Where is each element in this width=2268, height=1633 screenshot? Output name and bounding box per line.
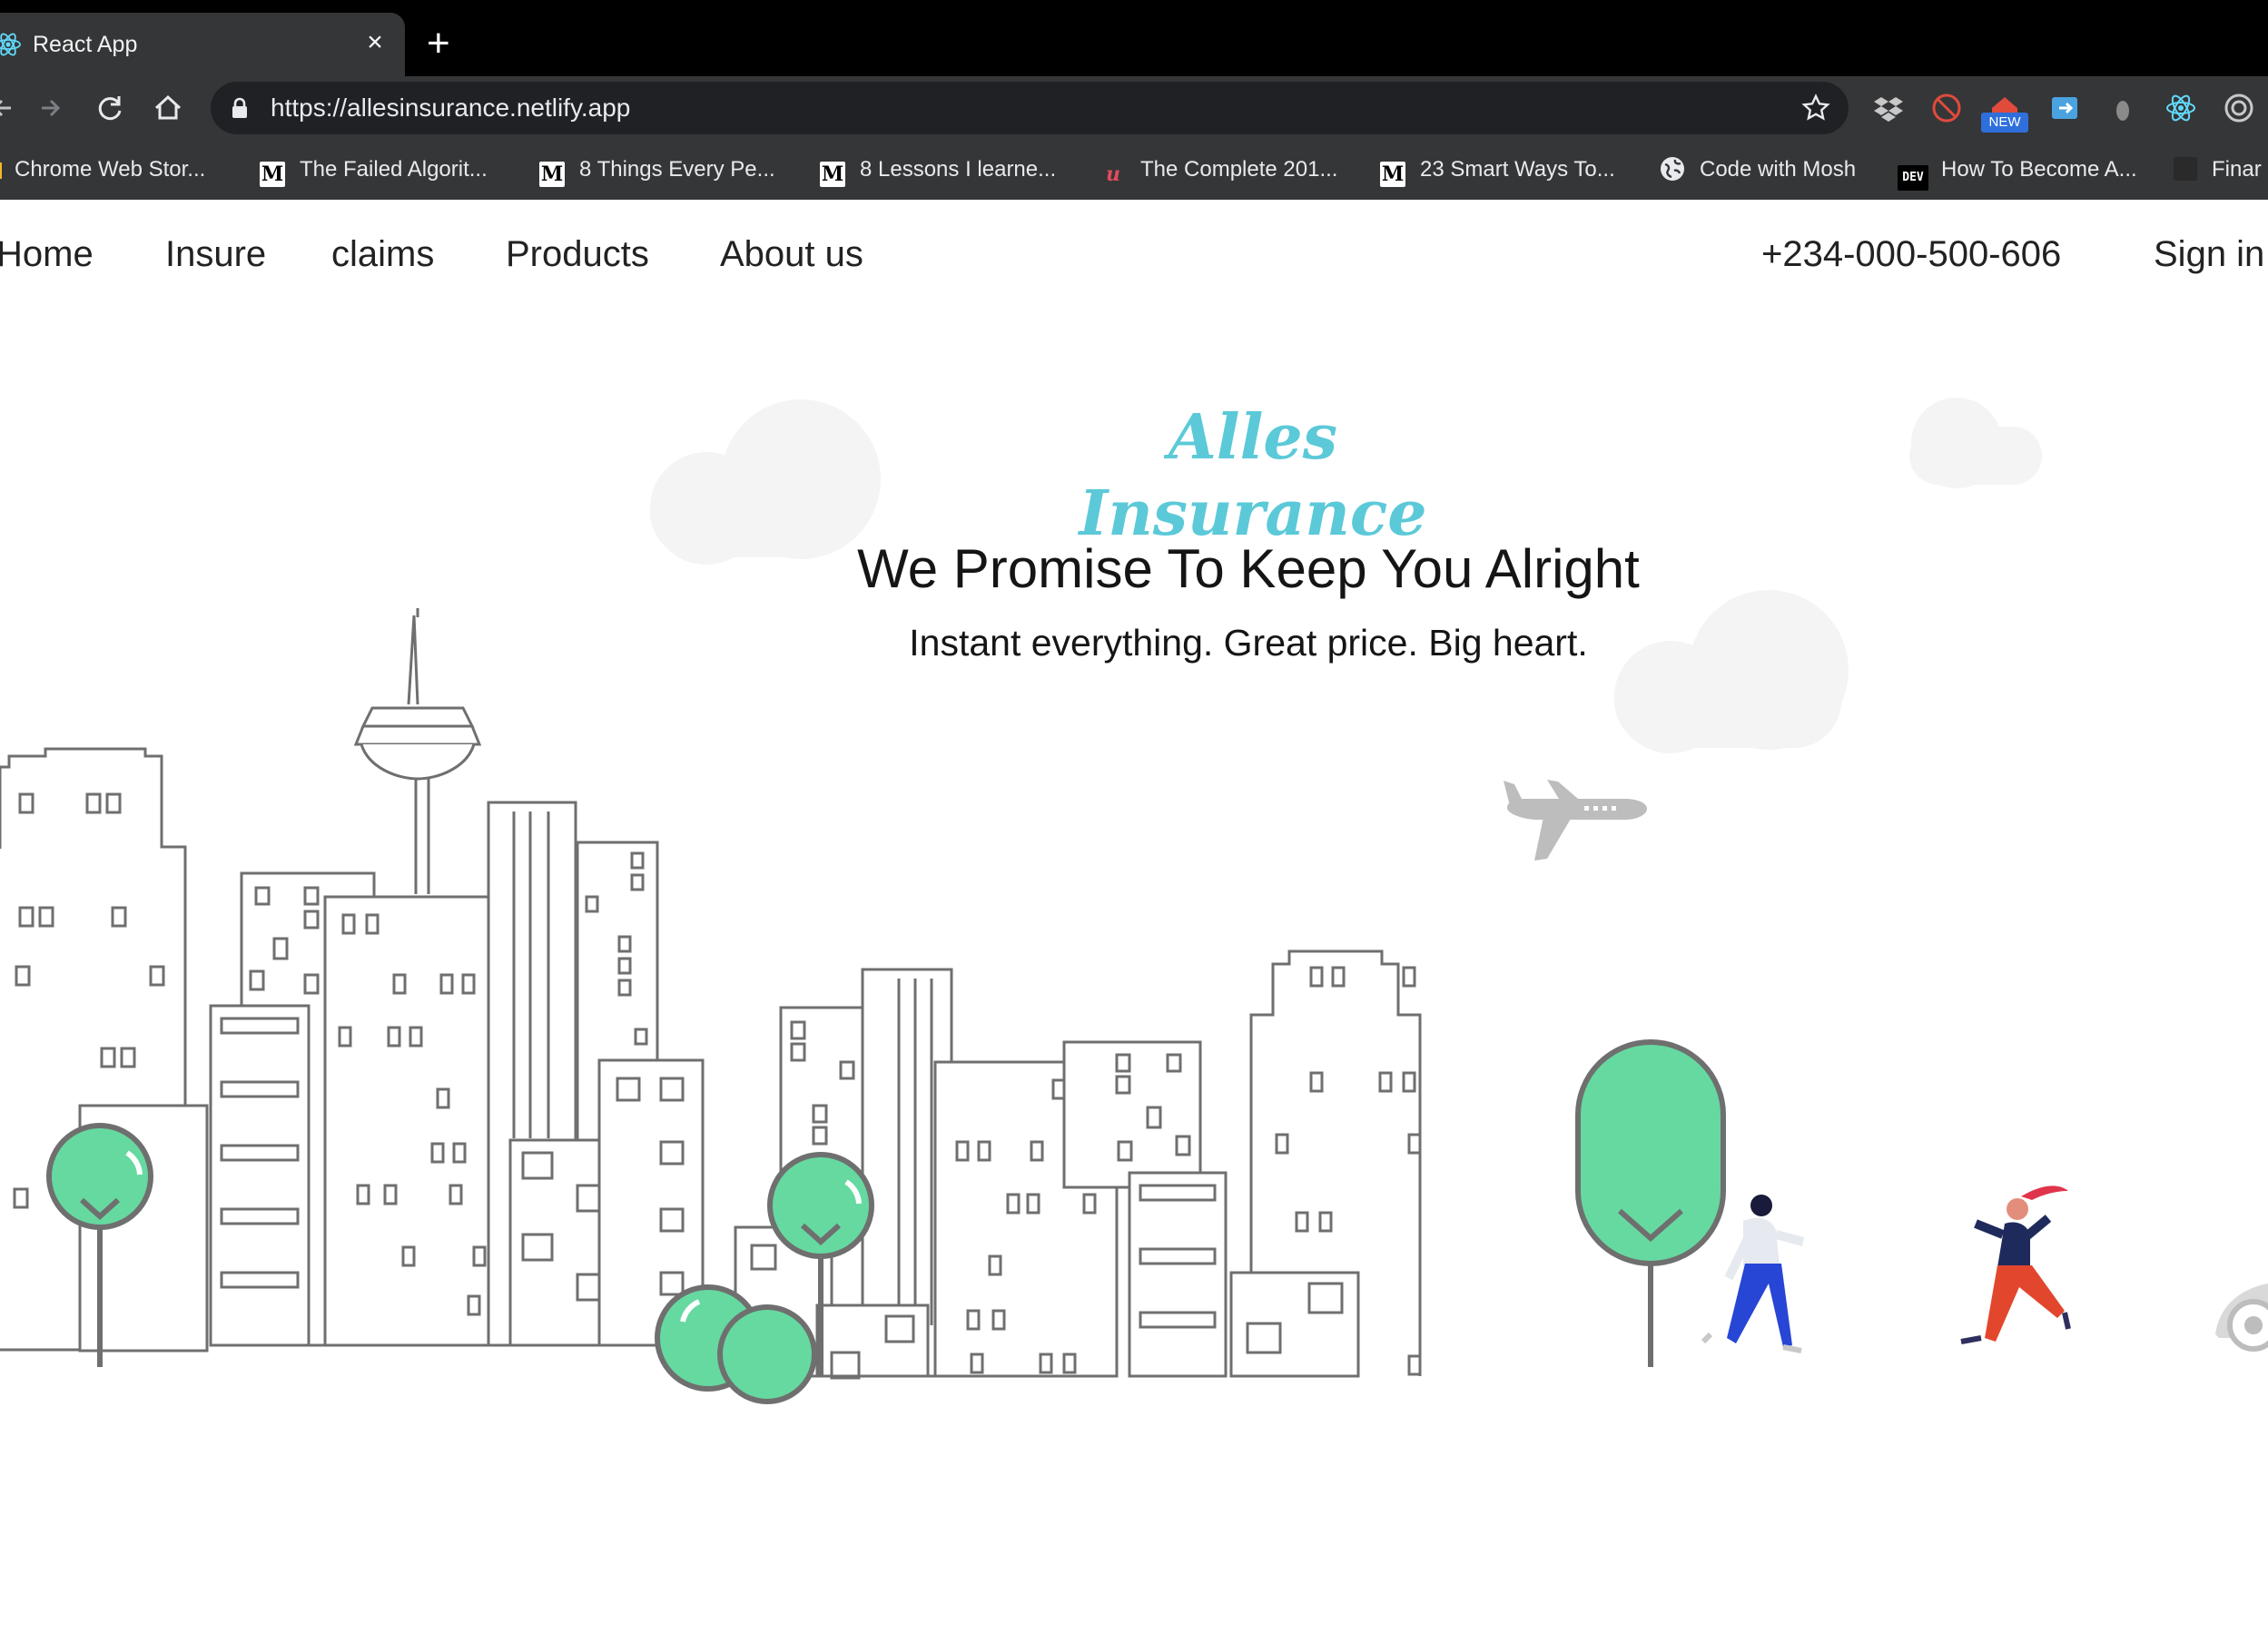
bookmark-label: Chrome Web Stor... (15, 157, 206, 182)
web-store-icon (0, 162, 2, 179)
hero-headline: We Promise To Keep You Alright (857, 538, 1640, 599)
bookmark-star-icon[interactable] (1801, 93, 1830, 123)
react-devtools-icon[interactable] (2164, 92, 2197, 124)
bookmark-label: How To Become A... (1941, 157, 2137, 182)
nav-insure[interactable]: Insure (165, 232, 266, 276)
forward-icon[interactable] (33, 89, 71, 127)
medium-icon: M (539, 162, 565, 187)
nav-claims[interactable]: claims (331, 232, 434, 276)
back-icon[interactable] (0, 89, 22, 127)
bookmark-failed-algorithm[interactable]: M The Failed Algorit... (260, 154, 488, 187)
site-navigation: Home Insure claims Products About us +23… (0, 200, 2268, 309)
bookmark-label: 8 Things Every Pe... (579, 157, 775, 182)
bookmark-label: 23 Smart Ways To... (1420, 157, 1615, 182)
bookmark-finance[interactable]: Finar (2174, 154, 2262, 185)
bookmarks-bar: Chrome Web Stor... M The Failed Algorit..… (0, 140, 2268, 200)
globe-icon (1661, 157, 1684, 181)
nav-products[interactable]: Products (506, 232, 649, 276)
bookmark-label: The Complete 201... (1140, 157, 1338, 182)
dropbox-icon[interactable] (1872, 92, 1905, 124)
screenshot-extension-icon[interactable] (2048, 92, 2081, 124)
running-person-icon (1960, 1185, 2071, 1344)
lock-icon (232, 97, 247, 118)
city-buildings-left (0, 608, 705, 1353)
blocker-extension-icon[interactable] (1930, 92, 1963, 124)
browser-toolbar: https://allesinsurance.netlify.app NEW (0, 76, 2268, 140)
bookmark-23-smart-ways[interactable]: M 23 Smart Ways To... (1380, 154, 1615, 187)
nav-home[interactable]: Home (0, 232, 94, 276)
bookmark-chrome-web-store[interactable]: Chrome Web Stor... (0, 154, 205, 185)
bookmark-label: Code with Mosh (1700, 157, 1857, 182)
nav-about-us[interactable]: About us (720, 232, 863, 276)
cloud-icon (1909, 398, 2042, 488)
bookmark-label: Finar (2212, 157, 2262, 182)
hero-tagline: Instant everything. Great price. Big hea… (909, 622, 1588, 664)
browser-tab[interactable]: React App × (0, 13, 405, 76)
address-bar[interactable]: https://allesinsurance.netlify.app (211, 82, 1849, 134)
nav-sign-in[interactable]: Sign in (2154, 232, 2264, 276)
dev-icon: DEV (1898, 165, 1928, 191)
bookmark-complete-course[interactable]: u The Complete 201... (1100, 154, 1338, 186)
airplane-icon (1504, 780, 1647, 861)
tab-close-icon[interactable]: × (361, 27, 389, 58)
home-icon[interactable] (149, 89, 187, 127)
bookmark-favicon-icon (2174, 157, 2197, 181)
react-icon (0, 33, 21, 56)
bookmark-code-with-mosh[interactable]: Code with Mosh (1660, 154, 1856, 185)
bookmark-how-to-become[interactable]: DEV How To Become A... (1898, 154, 2137, 191)
tab-strip: React App × + (0, 0, 2268, 76)
medium-icon: M (1380, 162, 1405, 187)
brand-logo[interactable]: Alles Insurance (1044, 399, 1462, 552)
new-badge: NEW (1981, 113, 2028, 133)
reload-icon[interactable] (91, 89, 129, 127)
car-icon (2215, 1284, 2268, 1352)
udemy-icon: u (1106, 162, 1120, 186)
bookmark-label: The Failed Algorit... (300, 157, 488, 182)
bookmark-8-lessons[interactable]: M 8 Lessons I learne... (820, 154, 1057, 187)
bookmark-label: 8 Lessons I learne... (860, 157, 1057, 182)
medium-icon: M (260, 162, 285, 187)
target-extension-icon[interactable] (2223, 92, 2255, 124)
new-tab-button[interactable]: + (427, 24, 450, 64)
cloud-icon (1614, 590, 1849, 753)
tree-icon (1575, 1039, 1726, 1367)
tab-title: React App (33, 32, 138, 57)
medium-icon: M (820, 162, 845, 187)
extension-icon[interactable] (2106, 92, 2139, 124)
bookmark-8-things[interactable]: M 8 Things Every Pe... (539, 154, 775, 187)
nav-phone[interactable]: +234-000-500-606 (1761, 232, 2061, 276)
url-text[interactable]: https://allesinsurance.netlify.app (271, 93, 630, 123)
